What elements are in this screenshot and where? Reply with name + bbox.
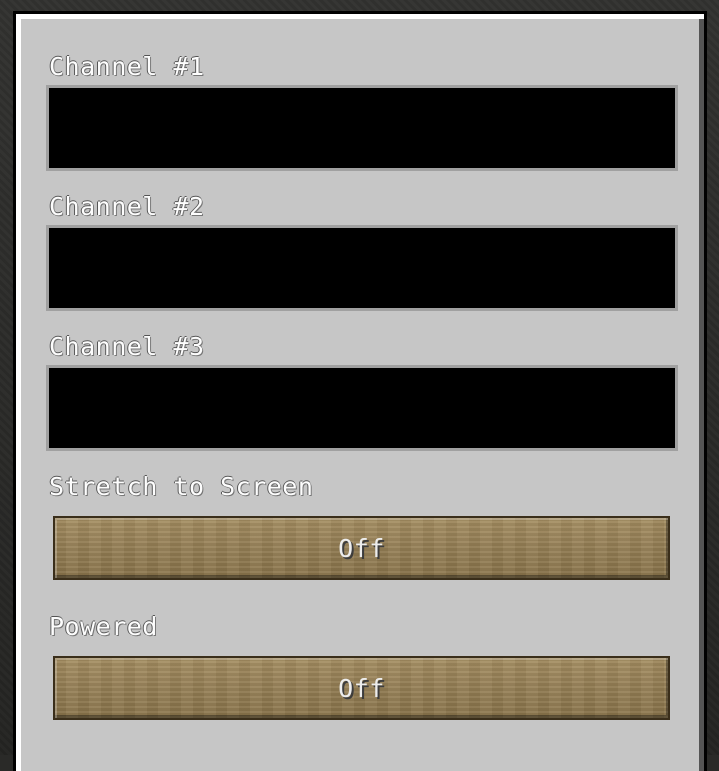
powered-label: Powered [49,612,158,641]
powered-toggle-button[interactable]: Off [53,656,670,720]
channel-2-label: Channel #2 [49,192,205,221]
channel-3-label: Channel #3 [49,332,205,361]
channel-2-input[interactable] [46,225,678,311]
stretch-to-screen-label: Stretch to Screen [49,472,314,501]
channel-3-input[interactable] [46,365,678,451]
channel-1-label: Channel #1 [49,52,205,81]
powered-state: Off [338,673,385,703]
channel-1-input[interactable] [46,85,678,171]
stretch-to-screen-state: Off [338,533,385,563]
stretch-to-screen-toggle-button[interactable]: Off [53,516,670,580]
